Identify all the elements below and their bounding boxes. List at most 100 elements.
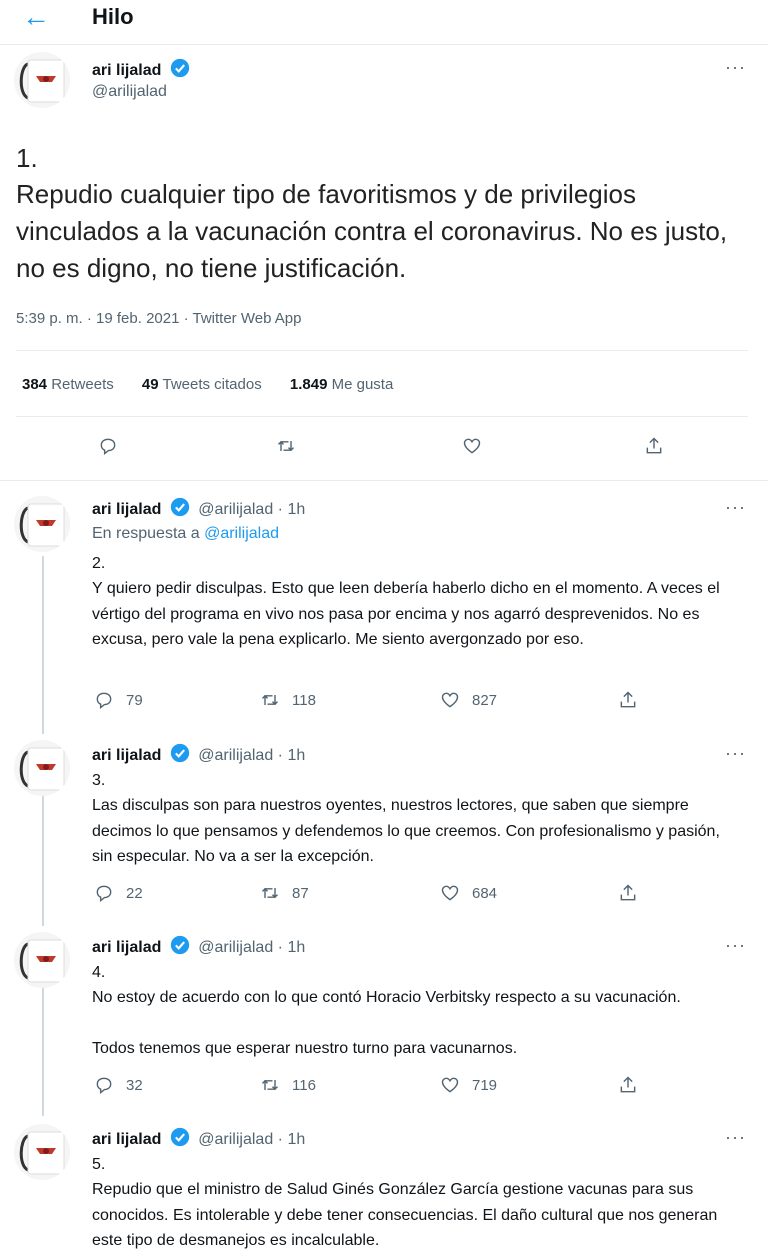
tweet-action-bar: 32 116 719	[0, 1075, 768, 1105]
more-options-icon[interactable]: ···	[725, 58, 746, 76]
tweet-text-line: No estoy de acuerdo con lo que contó Hor…	[92, 989, 681, 1006]
tweet-time[interactable]: · 1h	[278, 1131, 306, 1148]
verified-badge-icon	[170, 497, 189, 517]
reply-count: 79	[126, 691, 143, 709]
author-handle[interactable]: @arilijalad	[92, 82, 167, 102]
author-line: ari lijalad @arilijalad · 1h	[92, 1127, 305, 1150]
quotes-stat[interactable]: 49 Tweets citados	[142, 376, 262, 393]
verified-badge-icon	[170, 935, 189, 955]
retweet-icon	[277, 440, 295, 452]
heart-icon	[441, 1077, 459, 1093]
author-name[interactable]: ari lijalad	[92, 747, 161, 764]
author-name[interactable]: ari lijalad	[92, 501, 161, 518]
reply-button[interactable]: 22	[94, 883, 143, 903]
retweet-button[interactable]: 87	[260, 883, 309, 903]
retweet-icon	[261, 1079, 279, 1091]
page-title: Hilo	[92, 4, 134, 29]
like-button[interactable]: 827	[440, 690, 497, 710]
retweet-icon	[261, 887, 279, 899]
tweet-text: Las disculpas son para nuestros oyentes,…	[92, 797, 720, 865]
reply-count: 22	[126, 884, 143, 902]
avatar[interactable]	[14, 496, 70, 552]
more-options-icon[interactable]: ···	[725, 1128, 746, 1146]
retweet-button[interactable]: 118	[260, 690, 316, 710]
share-icon	[620, 1076, 636, 1093]
share-icon	[646, 437, 662, 454]
verified-badge-icon	[170, 58, 189, 78]
tweet-number: 4.	[92, 964, 106, 981]
tweet-text: Y quiero pedir disculpas. Esto que leen …	[92, 580, 720, 648]
like-button[interactable]: 684	[440, 883, 497, 903]
author-line: ari lijalad @arilijalad · 1h	[92, 743, 305, 766]
author-line: ari lijalad @arilijalad · 1h	[92, 935, 305, 958]
tweet-action-bar: 79 118 827	[0, 690, 768, 720]
reply-icon	[96, 885, 112, 902]
reply-to-line: En respuesta a @arilijalad	[92, 525, 280, 542]
author-name[interactable]: ari lijalad	[92, 1131, 161, 1148]
engagement-stats: 384 Retweets 49 Tweets citados 1.849 Me …	[22, 376, 417, 393]
retweet-button[interactable]: 116	[260, 1075, 316, 1095]
like-button[interactable]	[462, 436, 482, 456]
avatar[interactable]	[14, 52, 70, 108]
author-handle[interactable]: @arilijalad	[198, 747, 273, 764]
retweets-stat[interactable]: 384 Retweets	[22, 376, 114, 393]
like-button[interactable]: 719	[440, 1075, 497, 1095]
reply-icon	[96, 1077, 112, 1094]
mug-avatar-image	[14, 932, 70, 988]
tweet-text-line: Todos tenemos que esperar nuestro turno …	[92, 1040, 518, 1057]
reply-icon	[100, 438, 116, 455]
author-name[interactable]: ari lijalad	[92, 939, 161, 956]
likes-stat[interactable]: 1.849 Me gusta	[290, 376, 393, 393]
tweet-number: 5.	[92, 1156, 106, 1173]
mention-link[interactable]: @arilijalad	[204, 525, 279, 542]
tweet-number: 1.	[16, 143, 38, 173]
tweet-time[interactable]: · 1h	[278, 939, 306, 956]
tweet-timestamp[interactable]: 5:39 p. m. · 19 feb. 2021 · Twitter Web …	[16, 310, 301, 327]
heart-icon	[463, 438, 481, 454]
tweet-number: 2.	[92, 555, 106, 572]
share-button[interactable]	[644, 436, 664, 456]
reply-button[interactable]: 32	[94, 1075, 143, 1095]
avatar[interactable]	[14, 740, 70, 796]
author-handle[interactable]: @arilijalad	[198, 1131, 273, 1148]
avatar[interactable]	[14, 932, 70, 988]
share-icon	[620, 884, 636, 901]
thread-header: ← Hilo	[0, 0, 768, 45]
author-handle[interactable]: @arilijalad	[198, 501, 273, 518]
like-count: 719	[472, 1076, 498, 1094]
tweet-action-bar: 22 87 684	[0, 883, 768, 913]
share-button[interactable]	[618, 1075, 638, 1095]
divider	[0, 480, 768, 481]
more-options-icon[interactable]: ···	[725, 744, 746, 762]
share-icon	[620, 691, 636, 708]
author-line: ari lijalad	[92, 58, 190, 81]
arrow-left-icon[interactable]: ←	[22, 2, 50, 32]
tweet-text: Repudio cualquier tipo de favoritismos y…	[16, 179, 728, 283]
retweet-icon	[261, 694, 279, 706]
share-button[interactable]	[618, 690, 638, 710]
mug-avatar-image	[14, 740, 70, 796]
more-options-icon[interactable]: ···	[725, 498, 746, 516]
author-name[interactable]: ari lijalad	[92, 62, 161, 79]
mug-avatar-image	[14, 1124, 70, 1180]
retweet-count: 116	[292, 1076, 316, 1094]
divider	[16, 350, 748, 351]
tweet-time[interactable]: · 1h	[278, 747, 306, 764]
author-line: ari lijalad @arilijalad · 1h	[92, 497, 305, 520]
tweet-text: Repudio que el ministro de Salud Ginés G…	[92, 1181, 718, 1249]
retweet-count: 87	[292, 884, 309, 902]
like-count: 827	[472, 691, 498, 709]
share-button[interactable]	[618, 883, 638, 903]
avatar[interactable]	[14, 1124, 70, 1180]
reply-count: 32	[126, 1076, 143, 1094]
reply-icon	[96, 692, 112, 709]
author-handle[interactable]: @arilijalad	[198, 939, 273, 956]
reply-button[interactable]: 79	[94, 690, 143, 710]
reply-button[interactable]	[98, 436, 118, 456]
mug-avatar-image	[14, 496, 70, 552]
retweet-button[interactable]	[276, 436, 296, 456]
more-options-icon[interactable]: ···	[725, 936, 746, 954]
tweet-time[interactable]: · 1h	[278, 501, 306, 518]
heart-icon	[441, 692, 459, 708]
like-count: 684	[472, 884, 498, 902]
